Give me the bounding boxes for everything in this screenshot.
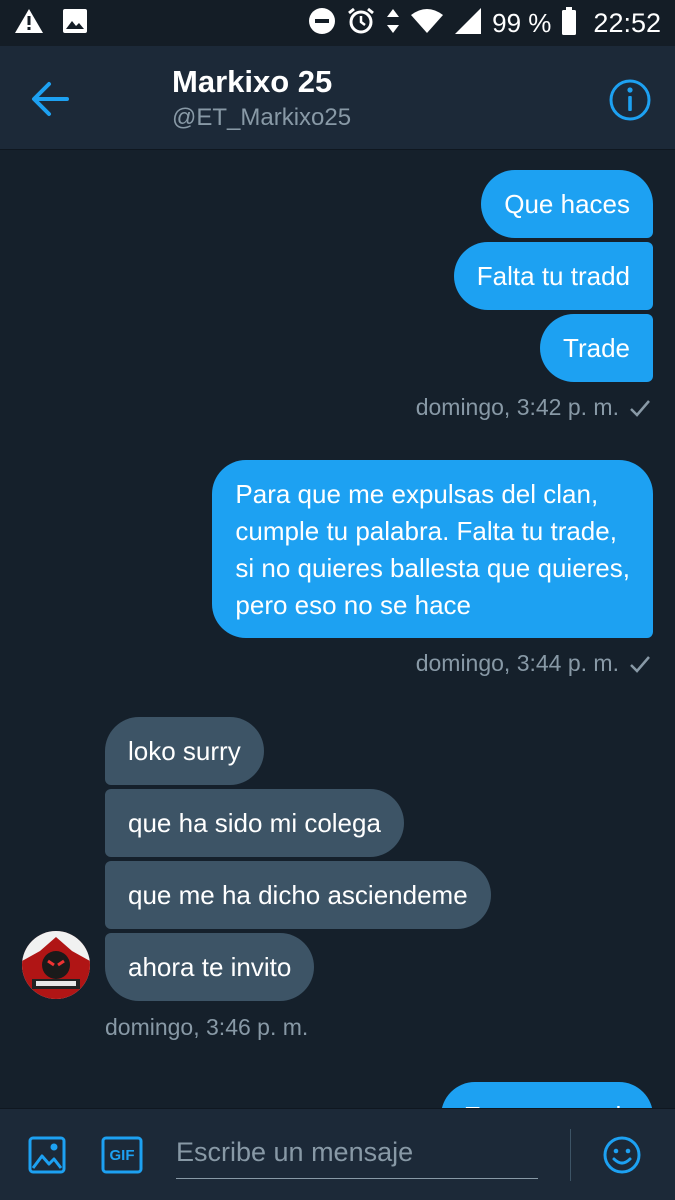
emoji-icon — [603, 1136, 641, 1174]
message-list[interactable]: Que haces Falta tu tradd Trade domingo, … — [0, 150, 675, 1108]
message-line: si no quieres ballesta que quieres, — [235, 553, 630, 583]
status-bar: 99 % 22:52 — [0, 0, 675, 46]
message-line: pero eso no se hace — [235, 590, 472, 620]
avatar[interactable] — [22, 931, 90, 999]
image-notification-icon — [62, 8, 88, 39]
contact-handle: @ET_Markixo25 — [172, 104, 352, 131]
wifi-icon — [410, 8, 444, 39]
outgoing-message[interactable]: Esta vez tendr — [440, 1082, 653, 1108]
sent-check-icon — [630, 655, 650, 673]
warning-icon — [14, 7, 44, 40]
image-icon — [28, 1136, 66, 1174]
message-timestamp: domingo, 3:46 p. m. — [105, 1014, 308, 1041]
battery-icon — [561, 6, 577, 40]
gif-button[interactable]: GIF — [100, 1133, 144, 1177]
do-not-disturb-icon — [308, 7, 336, 40]
outgoing-message[interactable]: Falta tu tradd — [453, 242, 653, 310]
signal-icon — [454, 7, 482, 40]
data-arrows-icon — [386, 7, 400, 40]
message-timestamp: domingo, 3:44 p. m. — [416, 650, 651, 677]
message-timestamp: domingo, 3:42 p. m. — [416, 394, 651, 421]
timestamp-text: domingo, 3:44 p. m. — [415, 650, 619, 676]
composer-divider — [570, 1129, 571, 1181]
message-line: cumple tu palabra. Falta tu trade, — [235, 516, 617, 546]
clock: 22:52 — [593, 7, 661, 38]
conversation-title[interactable]: Markixo 25 @ET_Markixo25 — [172, 64, 351, 132]
outgoing-message[interactable]: Para que me expulsas del clan, cumple tu… — [212, 460, 653, 638]
outgoing-message[interactable]: Trade — [540, 314, 653, 382]
incoming-message[interactable]: ahora te invito — [105, 933, 315, 1001]
message-input[interactable] — [176, 1127, 538, 1179]
info-icon — [609, 79, 651, 121]
message-line: Para que me expulsas del clan, — [235, 479, 599, 509]
timestamp-text: domingo, 3:42 p. m. — [415, 394, 619, 420]
incoming-message[interactable]: que ha sido mi colega — [105, 789, 404, 857]
message-composer: GIF — [0, 1108, 675, 1200]
alarm-icon — [346, 6, 376, 41]
back-arrow-icon — [32, 82, 69, 116]
info-button[interactable] — [604, 74, 656, 126]
gif-label: GIF — [109, 1146, 135, 1164]
sent-check-icon — [630, 399, 650, 417]
battery-percent: 99 % — [492, 7, 552, 38]
emoji-button[interactable] — [600, 1133, 644, 1177]
contact-name: Markixo 25 — [172, 64, 333, 99]
add-photo-button[interactable] — [25, 1133, 69, 1177]
timestamp-text: domingo, 3:46 p. m. — [105, 1014, 309, 1040]
back-button[interactable] — [20, 74, 80, 124]
incoming-message[interactable]: que me ha dicho asciendeme — [105, 861, 491, 929]
conversation-header: Markixo 25 @ET_Markixo25 — [0, 46, 675, 150]
incoming-message[interactable]: loko surry — [105, 717, 264, 785]
message-text: Para que me expulsas del clan, cumple tu… — [235, 476, 630, 624]
outgoing-message[interactable]: Que haces — [481, 170, 653, 238]
